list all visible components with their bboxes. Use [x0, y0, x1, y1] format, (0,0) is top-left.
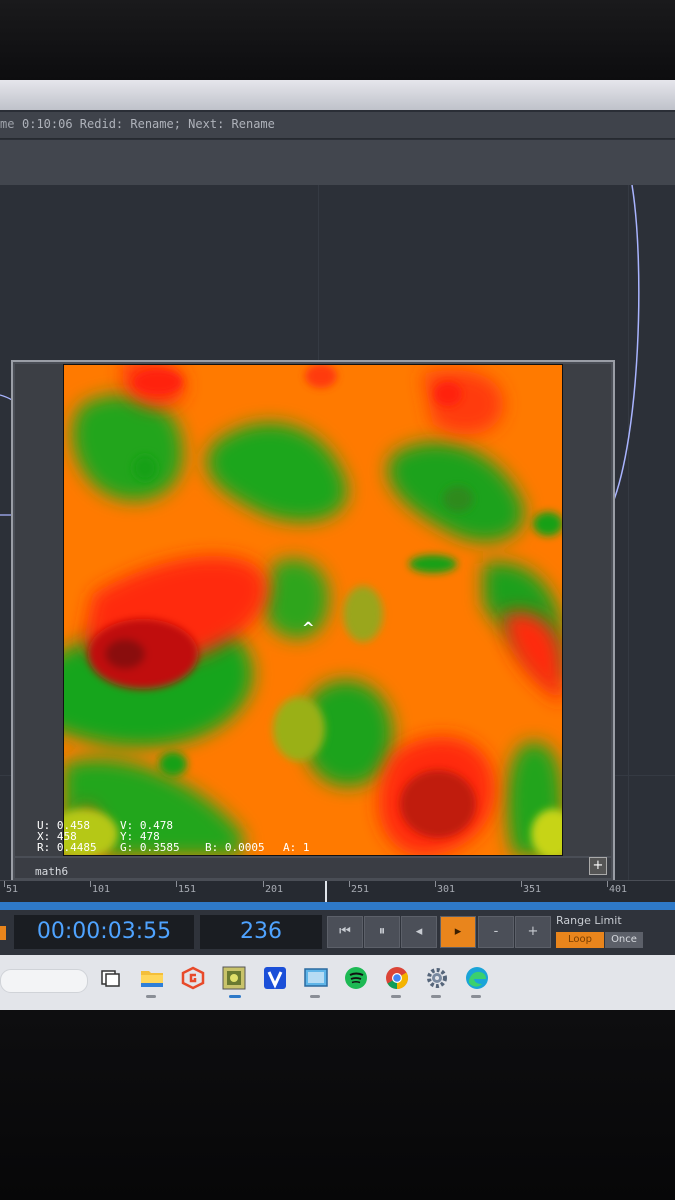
cursor-caret: ^ — [302, 619, 315, 637]
play-forward-button[interactable]: ▸ — [440, 916, 476, 948]
status-prefix: me — [0, 117, 15, 131]
network-editor[interactable]: ^ U: 0.458 V: 0.478 X: 458 Y: 478 R: 0.4… — [0, 185, 675, 884]
spotify-icon[interactable] — [343, 965, 369, 991]
active-indicator — [229, 995, 241, 998]
readout-a: A: 1 — [283, 841, 310, 854]
tick-mark — [349, 881, 350, 887]
step-back-button[interactable]: ◂ — [401, 916, 437, 948]
noise-texture — [63, 364, 563, 856]
pane-header — [0, 140, 675, 185]
slower-button[interactable]: - — [478, 916, 514, 948]
readout-r: R: 0.4485 — [37, 841, 97, 854]
running-indicator — [471, 995, 481, 998]
tick-label: 51 — [6, 884, 19, 895]
node-footer — [15, 858, 611, 878]
tick-mark — [435, 881, 436, 887]
transport-bar: 00:00:03:55 236 ⏮ ⏸ ◂ ▸ - + Range Limit … — [0, 910, 675, 955]
status-bar: me 0:10:06 Redid: Rename; Next: Rename — [0, 112, 675, 139]
timeline-range-bar[interactable] — [0, 902, 675, 910]
faster-button[interactable]: + — [515, 916, 551, 948]
tick-label: 251 — [351, 884, 370, 895]
tick-label: 101 — [92, 884, 111, 895]
tick-mark — [176, 881, 177, 887]
running-indicator — [310, 995, 320, 998]
rewind-to-start-button[interactable]: ⏮ — [327, 916, 363, 948]
tick-label: 201 — [265, 884, 284, 895]
once-toggle[interactable]: Once — [605, 932, 643, 948]
desk-surface — [0, 1010, 675, 1200]
settings-icon[interactable] — [424, 965, 450, 991]
loop-toggle[interactable]: Loop — [556, 932, 604, 948]
range-limit-label: Range Limit — [556, 914, 622, 927]
photo-viewer-icon[interactable] — [303, 965, 329, 991]
node-viewer[interactable]: ^ U: 0.458 V: 0.478 X: 458 Y: 478 R: 0.4… — [15, 364, 611, 856]
running-indicator — [431, 995, 441, 998]
g-app-icon[interactable] — [180, 965, 206, 991]
running-indicator — [391, 995, 401, 998]
touchdesigner-icon[interactable] — [221, 965, 247, 991]
playhead[interactable] — [325, 881, 327, 903]
tick-label: 351 — [523, 884, 542, 895]
screen: me 0:10:06 Redid: Rename; Next: Rename ^… — [0, 80, 675, 1010]
expand-plus-icon[interactable]: + — [589, 857, 607, 875]
frame-display[interactable]: 236 — [200, 915, 322, 949]
readout-g: G: 0.3585 — [120, 841, 180, 854]
readout-b: B: 0.0005 — [205, 841, 265, 854]
v-app-icon[interactable] — [262, 965, 288, 991]
tick-mark — [90, 881, 91, 887]
timecode-display[interactable]: 00:00:03:55 — [14, 915, 194, 949]
tick-mark — [607, 881, 608, 887]
chrome-icon[interactable] — [384, 965, 410, 991]
math6-node[interactable]: ^ U: 0.458 V: 0.478 X: 458 Y: 478 R: 0.4… — [11, 360, 615, 884]
tick-label: 401 — [609, 884, 628, 895]
tick-mark — [263, 881, 264, 887]
file-explorer-icon[interactable] — [139, 965, 165, 991]
tick-mark — [521, 881, 522, 887]
windows-taskbar — [0, 955, 675, 1010]
node-name[interactable]: math6 — [35, 865, 68, 878]
task-view-icon[interactable] — [98, 965, 124, 991]
running-indicator — [146, 995, 156, 998]
edge-icon[interactable] — [464, 965, 490, 991]
left-accent — [0, 926, 6, 940]
timeline-ruler[interactable]: 51 101 151 201 251 301 351 401 — [0, 880, 675, 903]
pause-button[interactable]: ⏸ — [364, 916, 400, 948]
taskbar-search-box[interactable] — [0, 969, 88, 993]
status-text: 0:10:06 Redid: Rename; Next: Rename — [22, 117, 275, 131]
tick-label: 151 — [178, 884, 197, 895]
monitor-bezel — [0, 0, 675, 80]
title-bar — [0, 80, 675, 110]
tick-mark — [4, 881, 5, 887]
tick-label: 301 — [437, 884, 456, 895]
